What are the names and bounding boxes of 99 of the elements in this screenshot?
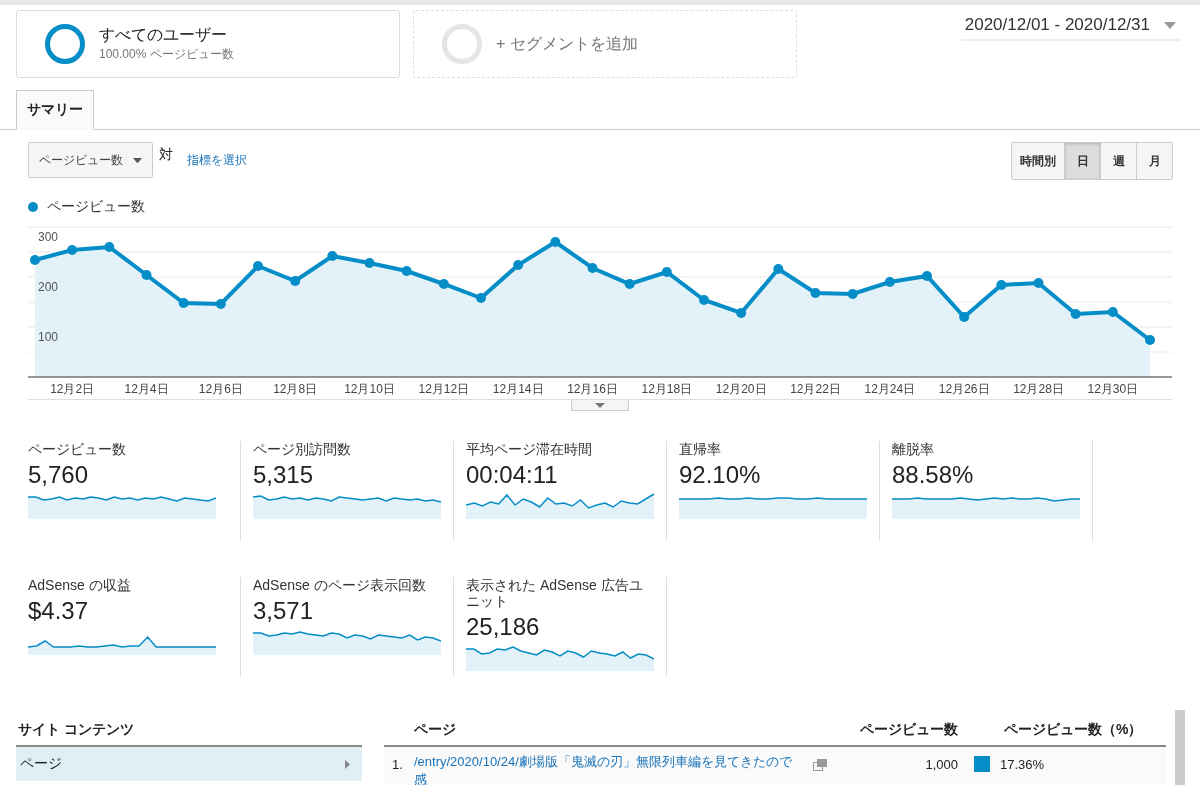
data-point [661, 267, 672, 277]
column-header: ページ [413, 721, 457, 739]
column-header: ページビュー数 [859, 721, 959, 739]
metric-value: 25,186 [466, 613, 541, 641]
metric-value: 92.10% [679, 461, 762, 489]
y-axis-label: 300 [38, 230, 59, 244]
metric-value: 00:04:11 [466, 461, 559, 489]
metric-label: 離脱率 [892, 441, 935, 457]
y-axis-label: 200 [38, 280, 59, 294]
metric-value: $4.37 [28, 597, 90, 625]
metric-label: 表示された AdSense 広告ユニット [466, 577, 644, 609]
data-point [810, 288, 821, 298]
granularity-button[interactable]: 月 [1136, 143, 1172, 179]
x-axis-label: 12月2日 [50, 382, 95, 396]
x-axis-label: 12月16日 [567, 382, 618, 396]
x-axis-label: 12月8日 [273, 382, 318, 396]
metric-value: 5,760 [28, 461, 90, 489]
data-point [884, 277, 895, 287]
share-bar-icon [974, 756, 990, 772]
x-axis-label: 12月18日 [641, 382, 693, 396]
select-metric-link[interactable]: 指標を選択 [187, 152, 247, 169]
data-point [587, 263, 598, 273]
data-point [30, 255, 40, 265]
data-point [1107, 307, 1118, 317]
x-axis-label: 12月30日 [1087, 382, 1139, 396]
data-point [364, 258, 375, 268]
metric-value: 3,571 [253, 597, 315, 625]
segment-card[interactable]: すべてのユーザー 100.00% ページビュー数 [16, 10, 400, 78]
data-point [104, 242, 115, 252]
metric-label: 平均ページ滞在時間 [466, 441, 593, 457]
metric-label: AdSense の収益 [28, 577, 132, 593]
granularity-button[interactable]: 日 [1064, 143, 1100, 179]
legend-dot [28, 202, 38, 212]
data-point [1033, 278, 1044, 288]
segment-subtitle: 100.00% ページビュー数 [99, 46, 234, 63]
data-point [959, 312, 970, 322]
column-header: ページビュー数（%） [1003, 721, 1144, 739]
date-range-picker[interactable]: 2020/12/01 - 2020/12/31 [960, 15, 1180, 41]
metric-dropdown[interactable]: ページビュー数 [28, 142, 153, 178]
x-axis-label: 12月14日 [492, 382, 544, 396]
versus-label: 対 [159, 146, 173, 164]
granularity-button[interactable]: 週 [1100, 143, 1136, 179]
data-point [67, 245, 78, 255]
add-segment-button[interactable]: + セグメントを追加 [413, 10, 797, 78]
x-axis-label: 12月6日 [198, 382, 243, 396]
caret-icon [345, 759, 350, 769]
data-point [736, 308, 747, 318]
metric-value: 88.58% [892, 461, 975, 489]
x-axis-label: 12月24日 [864, 382, 916, 396]
caret-icon [1164, 21, 1176, 29]
x-axis-label: 12月26日 [938, 382, 990, 396]
row-number: 1. [391, 756, 404, 772]
data-point [438, 279, 449, 289]
data-point [513, 260, 524, 270]
data-point [1070, 309, 1081, 319]
data-point [476, 293, 486, 303]
collapse-handle[interactable] [571, 400, 629, 411]
data-point [624, 279, 635, 289]
x-axis-label: 12月12日 [418, 382, 470, 396]
data-point [401, 266, 412, 276]
x-axis-label: 12月4日 [124, 382, 169, 396]
data-point [773, 264, 784, 274]
data-point [1145, 335, 1155, 345]
data-point [141, 270, 152, 280]
data-point [922, 271, 932, 281]
data-point [847, 289, 858, 299]
data-point [178, 298, 189, 308]
data-point [215, 299, 226, 309]
segment-title: すべてのユーザー [99, 25, 228, 45]
metric-label: ページ別訪問数 [253, 441, 352, 457]
caret-icon [595, 402, 605, 408]
segment-title: + セグメントを追加 [496, 33, 638, 54]
y-axis-label: 100 [38, 330, 59, 344]
data-point [699, 295, 709, 305]
data-point [996, 280, 1007, 290]
metric-label: ページビュー数 [28, 441, 127, 457]
pageview-share: 17.36% [1000, 756, 1045, 772]
x-axis-label: 12月22日 [790, 382, 841, 396]
ring-icon [442, 24, 482, 64]
site-content-item[interactable]: ページ [16, 747, 362, 781]
data-point [290, 276, 301, 286]
scrollbar[interactable] [1175, 710, 1185, 785]
x-axis-label: 12月20日 [715, 382, 767, 396]
granularity-button[interactable]: 時間別 [1012, 143, 1064, 179]
data-point [550, 237, 561, 247]
metric-label: AdSense のページ表示回数 [253, 577, 427, 593]
legend-label: ページビュー数 [47, 198, 145, 216]
tab[interactable]: サマリー [16, 90, 94, 130]
data-point [253, 261, 263, 271]
caret-icon [133, 156, 142, 164]
data-point [327, 251, 338, 261]
metric-value: 5,315 [253, 461, 315, 489]
metric-label: 直帰率 [679, 441, 722, 457]
ring-icon [45, 24, 85, 64]
open-window-icon[interactable] [813, 759, 827, 771]
x-axis-label: 12月10日 [344, 382, 395, 396]
pageview-count: 1,000 [924, 756, 959, 772]
x-axis-label: 12月28日 [1013, 382, 1064, 396]
page-link[interactable]: /entry/2020/10/24/劇場版「鬼滅の刃」無限列車編を見てきたので感 [414, 753, 799, 785]
